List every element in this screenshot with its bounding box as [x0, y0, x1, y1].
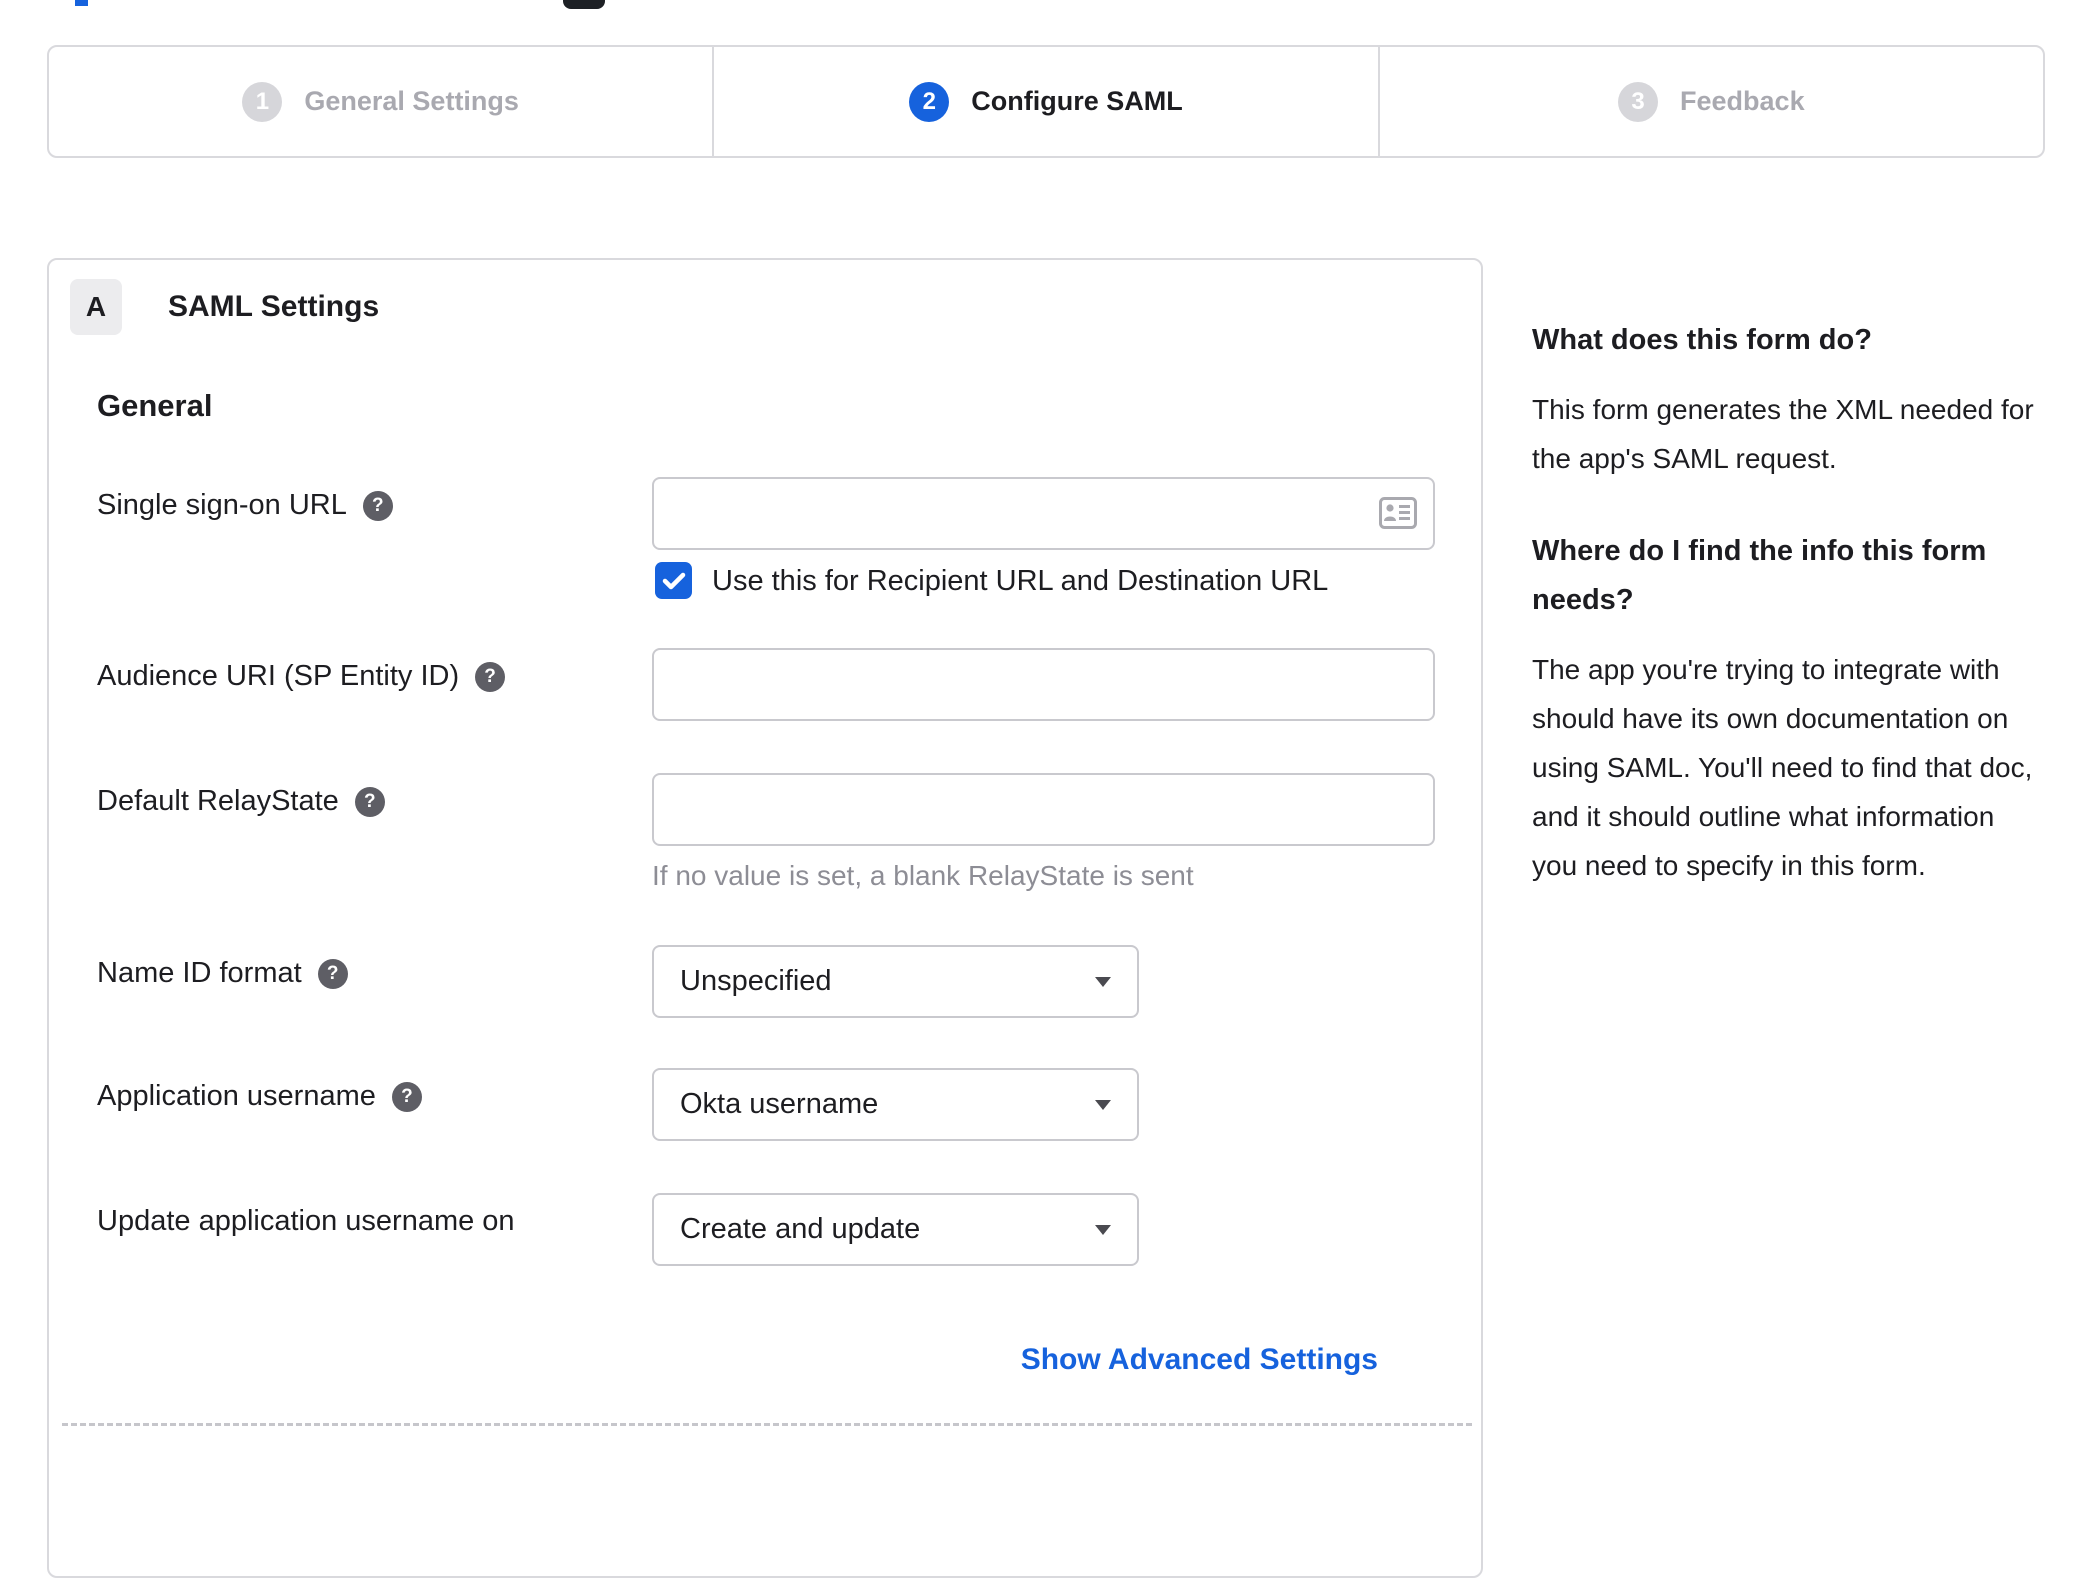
update-username-value: Create and update — [680, 1213, 921, 1245]
step-number-badge: 1 — [242, 81, 283, 122]
cutoff-blue-artifact — [75, 0, 88, 6]
application-username-value: Okta username — [680, 1088, 879, 1120]
section-a-badge: A — [70, 279, 122, 335]
sso-recipient-checkbox[interactable] — [655, 562, 692, 599]
relay-state-hint: If no value is set, a blank RelayState i… — [652, 860, 1194, 891]
name-id-format-value: Unspecified — [680, 965, 832, 997]
sso-url-label-text: Single sign-on URL — [97, 489, 347, 521]
chevron-down-icon — [1095, 976, 1111, 987]
chevron-down-icon — [1095, 1099, 1111, 1110]
step-configure-saml[interactable]: 2 Configure SAML — [712, 47, 1377, 156]
contact-card-icon[interactable] — [1379, 497, 1417, 529]
update-username-label-text: Update application username on — [97, 1205, 515, 1237]
step-general-settings[interactable]: 1 General Settings — [49, 47, 712, 156]
chevron-down-icon — [1095, 1224, 1111, 1235]
sso-url-input-wrap — [652, 477, 1435, 550]
audience-uri-label: Audience URI (SP Entity ID) ? — [97, 660, 506, 693]
update-username-label: Update application username on — [97, 1205, 515, 1238]
relay-state-label: Default RelayState ? — [97, 785, 385, 818]
help-sidebar: What does this form do? This form genera… — [1532, 316, 2042, 934]
step-number-badge: 2 — [909, 81, 950, 122]
relay-state-input[interactable] — [652, 773, 1435, 846]
step-label: General Settings — [304, 86, 519, 116]
name-id-format-label: Name ID format ? — [97, 957, 348, 990]
help-heading-what: What does this form do? — [1532, 324, 1872, 356]
help-icon[interactable]: ? — [354, 786, 385, 817]
section-header: A SAML Settings — [70, 279, 379, 335]
audience-uri-input[interactable] — [652, 648, 1435, 721]
general-heading: General — [97, 388, 213, 423]
help-icon[interactable]: ? — [475, 661, 506, 692]
audience-uri-label-text: Audience URI (SP Entity ID) — [97, 660, 460, 692]
sso-url-label: Single sign-on URL ? — [97, 489, 393, 522]
application-username-label: Application username ? — [97, 1080, 422, 1113]
help-heading-where: Where do I find the info this form needs… — [1532, 535, 1987, 616]
name-id-format-select[interactable]: Unspecified — [652, 945, 1139, 1018]
help-icon[interactable]: ? — [391, 1081, 422, 1112]
section-title: SAML Settings — [168, 290, 380, 323]
step-feedback[interactable]: 3 Feedback — [1377, 47, 2043, 156]
help-para-what: This form generates the XML needed for t… — [1532, 394, 2034, 474]
checkmark-icon — [662, 572, 685, 589]
sso-recipient-checkbox-label: Use this for Recipient URL and Destinati… — [712, 565, 1329, 597]
show-advanced-settings-link[interactable]: Show Advanced Settings — [1021, 1343, 1378, 1377]
help-para-where: The app you're trying to integrate with … — [1532, 654, 2033, 881]
wizard-stepper: 1 General Settings 2 Configure SAML 3 Fe… — [47, 45, 2045, 158]
sso-url-input[interactable] — [652, 477, 1435, 550]
application-username-label-text: Application username — [97, 1080, 376, 1112]
help-icon[interactable]: ? — [362, 490, 393, 521]
step-number-badge: 3 — [1618, 81, 1659, 122]
name-id-format-label-text: Name ID format — [97, 957, 302, 989]
help-icon[interactable]: ? — [317, 958, 348, 989]
application-username-select[interactable]: Okta username — [652, 1068, 1139, 1141]
relay-state-label-text: Default RelayState — [97, 785, 339, 817]
saml-settings-panel: A SAML Settings General Single sign-on U… — [47, 258, 1483, 1578]
step-label: Configure SAML — [971, 86, 1183, 116]
step-label: Feedback — [1680, 86, 1805, 116]
cutoff-dark-artifact — [563, 0, 605, 9]
update-username-select[interactable]: Create and update — [652, 1193, 1139, 1266]
